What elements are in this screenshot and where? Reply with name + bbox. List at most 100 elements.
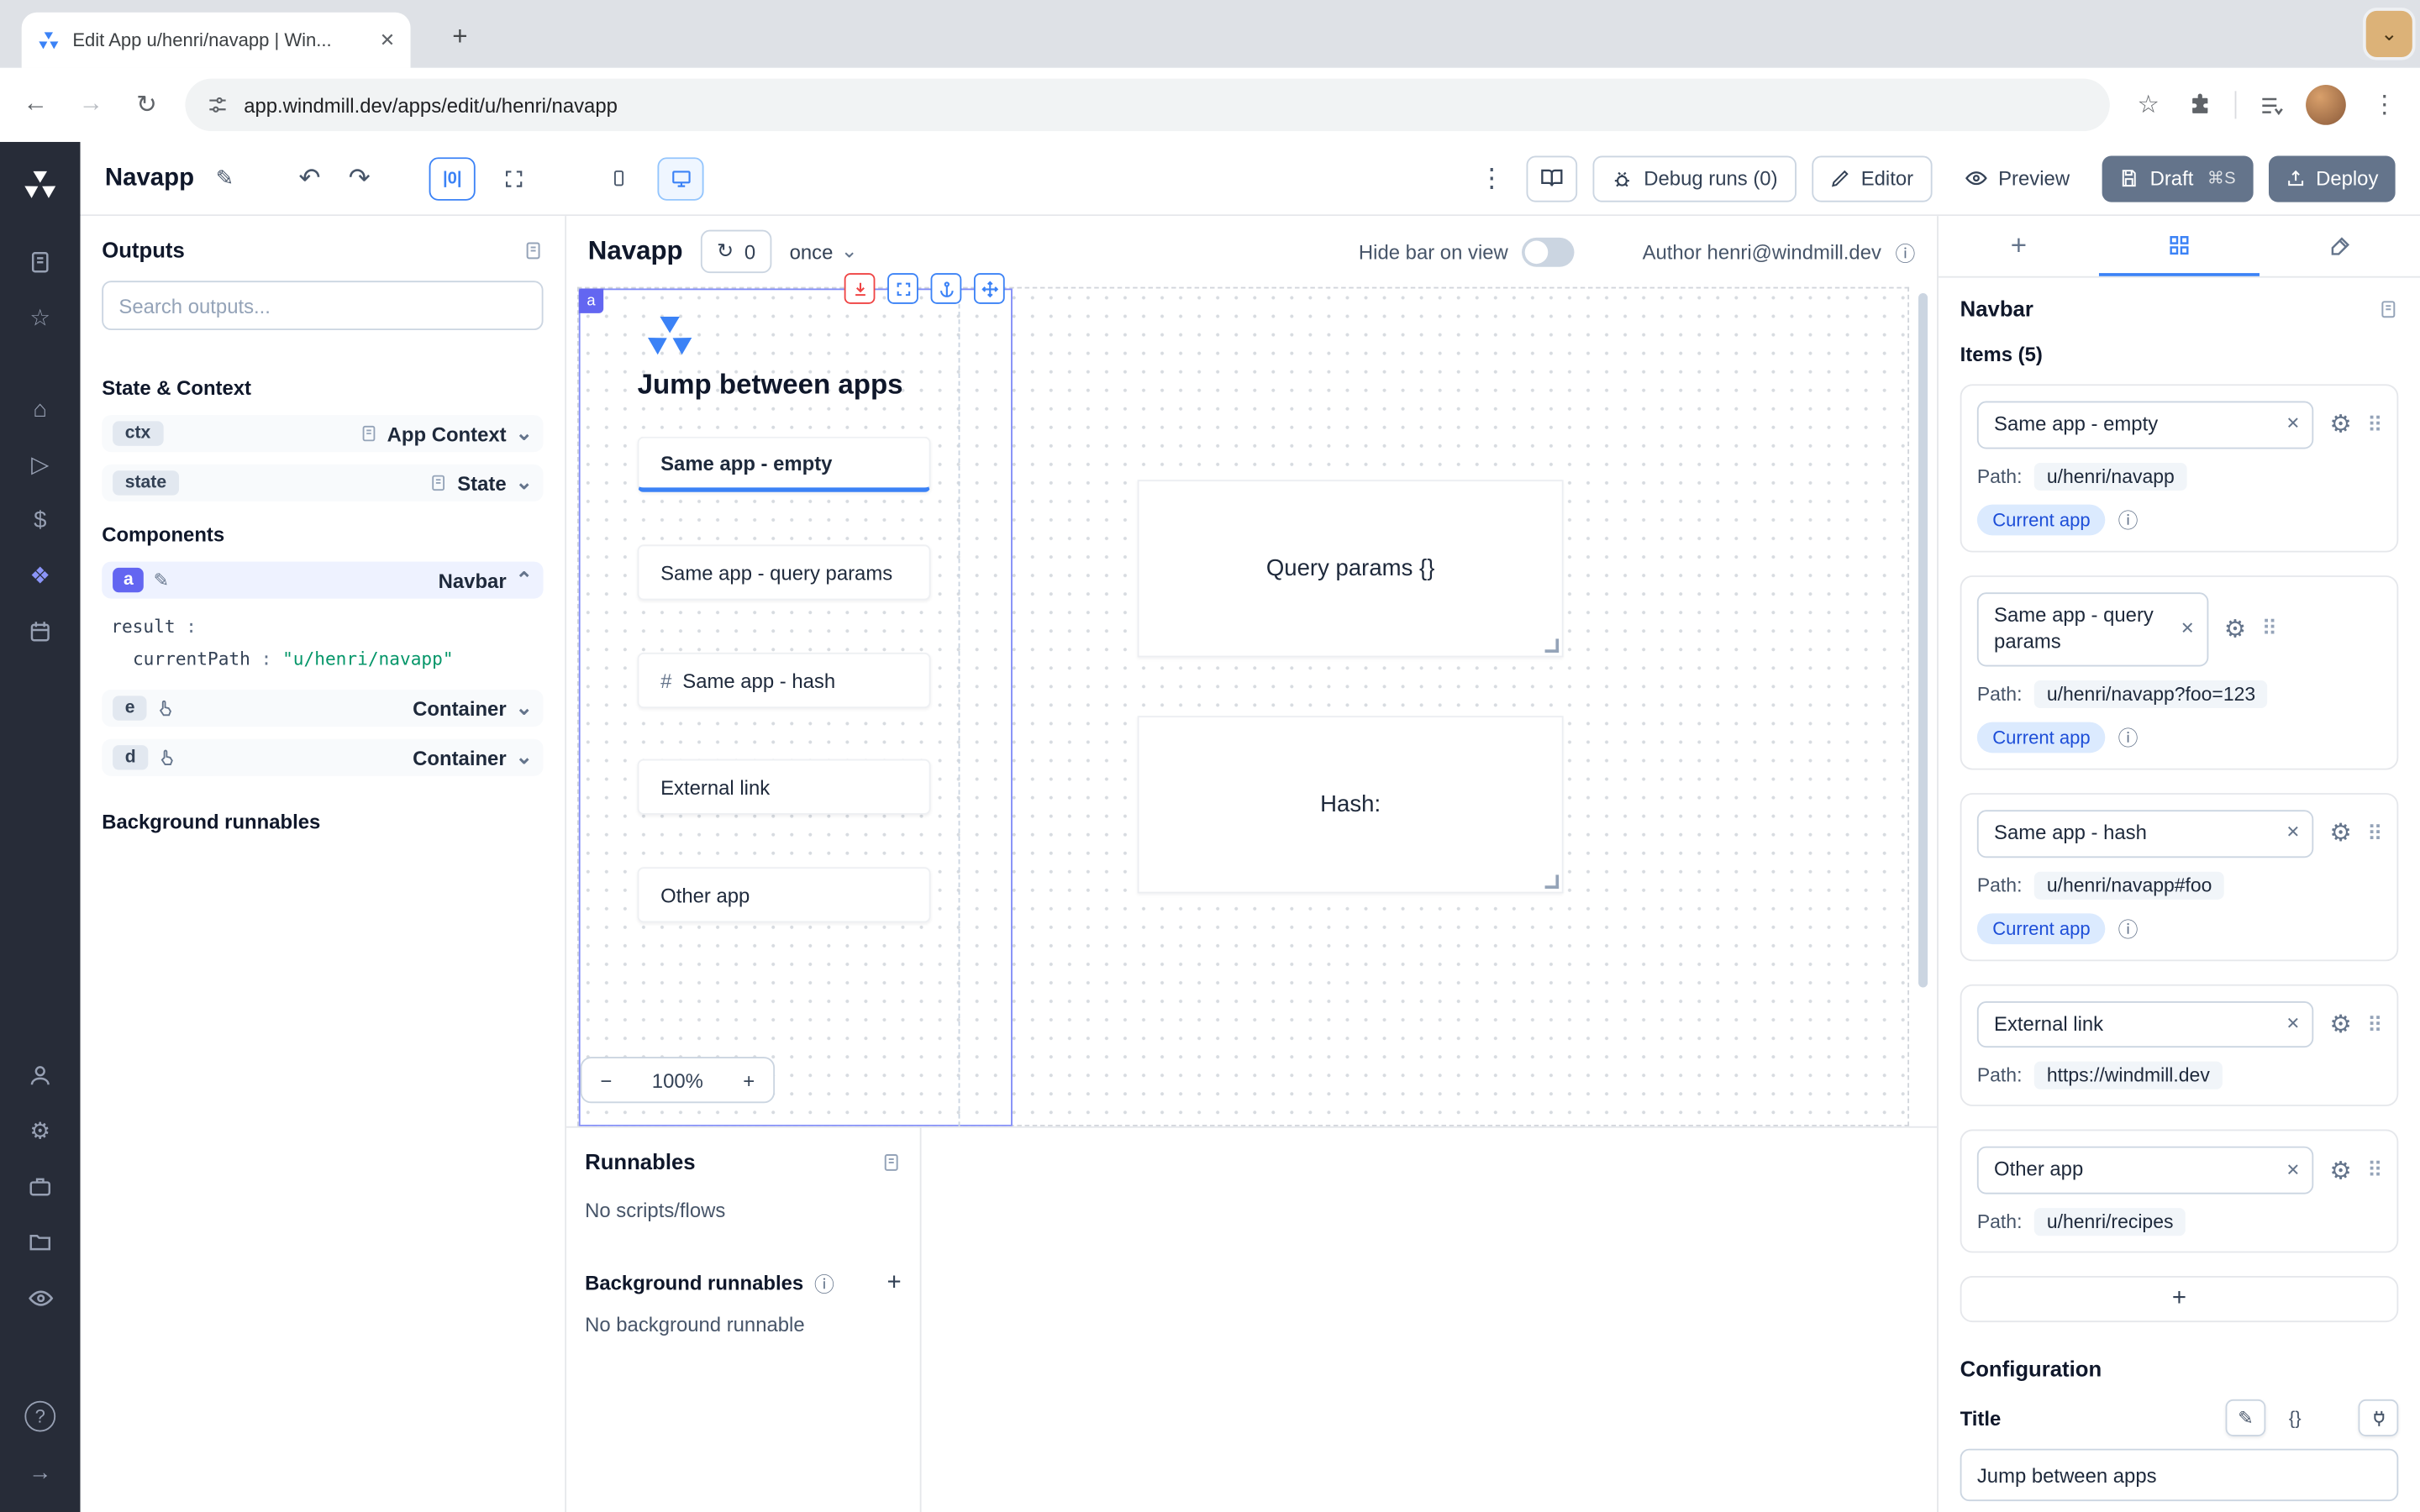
info-icon[interactable]: ⓘ xyxy=(2118,505,2139,534)
item-settings-gear-icon[interactable]: ⚙ xyxy=(2224,614,2246,645)
home-icon[interactable]: ⌂ xyxy=(0,386,81,432)
schedules-calendar-icon[interactable] xyxy=(0,608,81,654)
connect-plug-icon[interactable] xyxy=(2359,1400,2399,1437)
refresh-count-button[interactable]: ↻ 0 xyxy=(702,230,771,273)
pencil-icon[interactable]: ✎ xyxy=(154,570,169,591)
browser-tab[interactable]: Edit App u/henri/navapp | Win... ✕ xyxy=(22,13,411,68)
site-settings-icon[interactable] xyxy=(207,94,229,116)
item-settings-gear-icon[interactable]: ⚙ xyxy=(2329,1156,2351,1187)
chevron-down-icon[interactable]: ⌄ xyxy=(516,696,533,721)
drag-handle-icon[interactable]: ⠿ xyxy=(2367,1158,2381,1184)
audit-eye-icon[interactable] xyxy=(0,1274,81,1320)
variables-dollar-icon[interactable]: $ xyxy=(0,496,81,543)
more-options-kebab-icon[interactable]: ⋮ xyxy=(1472,163,1511,194)
anchor-icon[interactable] xyxy=(931,273,962,304)
search-outputs-input[interactable] xyxy=(102,281,543,330)
preview-button[interactable]: Preview xyxy=(1948,155,2087,202)
zoom-in-button[interactable]: + xyxy=(743,1068,755,1092)
redo-icon[interactable]: ↷ xyxy=(342,163,376,194)
query-params-container[interactable]: Query params {} xyxy=(1138,480,1564,657)
workers-briefcase-icon[interactable] xyxy=(0,1163,81,1210)
editor-button[interactable]: Editor xyxy=(1812,155,1932,202)
move-icon[interactable] xyxy=(974,273,1005,304)
nav-item-other-app[interactable]: Other app xyxy=(638,867,931,922)
help-icon[interactable]: ? xyxy=(0,1394,81,1440)
info-icon[interactable]: ⓘ xyxy=(2118,722,2139,752)
mobile-view-icon[interactable] xyxy=(596,156,642,199)
expand-down-icon[interactable] xyxy=(844,273,876,304)
drag-handle-icon[interactable]: ⠿ xyxy=(2367,820,2381,846)
doc-icon[interactable] xyxy=(2378,298,2398,318)
tab-close-icon[interactable]: ✕ xyxy=(380,29,395,51)
tab-component-settings-icon[interactable] xyxy=(2099,216,2260,276)
clear-icon[interactable]: ✕ xyxy=(2286,822,2301,844)
path-value[interactable]: u/henri/navapp#foo xyxy=(2034,871,2224,899)
info-icon[interactable]: ⓘ xyxy=(814,1268,834,1298)
chevron-down-icon[interactable]: ⌄ xyxy=(516,470,533,495)
path-value[interactable]: u/henri/navapp?foo=123 xyxy=(2034,680,2268,707)
toggle-panels-button[interactable]: |0| xyxy=(429,156,476,199)
new-tab-button[interactable]: + xyxy=(439,15,481,58)
doc-icon[interactable] xyxy=(523,240,544,260)
forward-icon[interactable]: → xyxy=(74,91,108,118)
item-label-input[interactable]: External link ✕ xyxy=(1977,1000,2314,1048)
nav-item-same-app-hash[interactable]: # Same app - hash xyxy=(638,653,931,708)
item-settings-gear-icon[interactable]: ⚙ xyxy=(2329,410,2351,441)
item-label-input[interactable]: Same app - hash ✕ xyxy=(1977,810,2314,858)
add-background-runnable-button[interactable]: + xyxy=(886,1269,901,1297)
item-label-input[interactable]: Other app ✕ xyxy=(1977,1147,2314,1195)
apps-notebook-icon[interactable] xyxy=(0,239,81,286)
deploy-button[interactable]: Deploy xyxy=(2268,155,2395,202)
title-value-input[interactable] xyxy=(1960,1449,2399,1501)
item-settings-gear-icon[interactable]: ⚙ xyxy=(2329,818,2351,849)
path-value[interactable]: u/henri/navapp xyxy=(2034,463,2186,491)
static-value-pencil-icon[interactable]: ✎ xyxy=(2226,1400,2266,1437)
drag-handle-icon[interactable]: ⠿ xyxy=(2367,412,2381,438)
canvas-scrollbar[interactable] xyxy=(1918,293,1928,988)
browser-profile-chevron-button[interactable]: ⌄ xyxy=(2363,8,2415,60)
settings-gear-icon[interactable]: ⚙ xyxy=(0,1108,81,1154)
hash-container[interactable]: Hash: xyxy=(1138,716,1564,893)
expand-icon[interactable] xyxy=(887,273,918,304)
clear-icon[interactable]: ✕ xyxy=(2286,414,2301,436)
chevron-up-icon[interactable]: ⌃ xyxy=(516,568,533,592)
users-person-icon[interactable] xyxy=(0,1053,81,1099)
tab-styling-brush-icon[interactable] xyxy=(2260,216,2420,276)
component-row-container-e[interactable]: e Container ⌄ xyxy=(102,690,543,727)
windmill-logo-icon[interactable] xyxy=(22,166,59,203)
clear-icon[interactable]: ✕ xyxy=(2181,618,2195,640)
nav-item-external-link[interactable]: External link xyxy=(638,759,931,815)
nav-item-same-app-query-params[interactable]: Same app - query params xyxy=(638,544,931,600)
code-expression-icon[interactable]: {} xyxy=(2275,1400,2315,1437)
chevron-down-icon[interactable]: ⌄ xyxy=(516,421,533,445)
folders-icon[interactable] xyxy=(0,1219,81,1265)
clear-icon[interactable]: ✕ xyxy=(2286,1013,2301,1035)
component-row-container-d[interactable]: d Container ⌄ xyxy=(102,739,543,776)
draft-button[interactable]: Draft ⌘S xyxy=(2102,155,2253,202)
address-bar[interactable]: app.windmill.dev/apps/edit/u/henri/navap… xyxy=(185,79,2109,131)
clear-icon[interactable]: ✕ xyxy=(2286,1160,2301,1182)
item-label-input[interactable]: Same app - empty ✕ xyxy=(1977,402,2314,449)
reading-list-icon[interactable] xyxy=(2258,92,2284,118)
browser-avatar[interactable] xyxy=(2306,85,2346,125)
favorites-star-icon[interactable]: ☆ xyxy=(0,295,81,341)
zoom-out-button[interactable]: − xyxy=(600,1068,612,1092)
back-icon[interactable]: ← xyxy=(18,91,52,118)
doc-icon[interactable] xyxy=(881,1152,902,1172)
path-value[interactable]: u/henri/recipes xyxy=(2034,1209,2186,1236)
reload-icon[interactable]: ↻ xyxy=(129,90,163,121)
ctx-row[interactable]: ctx App Context ⌄ xyxy=(102,415,543,452)
drag-handle-icon[interactable]: ⠿ xyxy=(2261,616,2275,642)
hide-bar-toggle[interactable] xyxy=(1522,237,1574,266)
app-canvas[interactable]: a xyxy=(577,287,1909,1126)
debug-runs-button[interactable]: Debug runs (0) xyxy=(1593,155,1797,202)
info-icon[interactable]: ⓘ xyxy=(1895,237,1915,266)
path-value[interactable]: https://windmill.dev xyxy=(2034,1063,2222,1090)
add-item-button[interactable]: + xyxy=(1960,1277,2399,1323)
component-row-navbar[interactable]: a ✎ Navbar ⌃ xyxy=(102,562,543,599)
tab-insert-plus-icon[interactable]: + xyxy=(1939,216,2099,276)
browser-menu-icon[interactable]: ⋮ xyxy=(2368,90,2402,121)
drag-handle-icon[interactable]: ⠿ xyxy=(2367,1011,2381,1037)
collapse-sidebar-arrow-icon[interactable]: → xyxy=(0,1449,81,1495)
desktop-view-icon[interactable] xyxy=(658,156,704,199)
